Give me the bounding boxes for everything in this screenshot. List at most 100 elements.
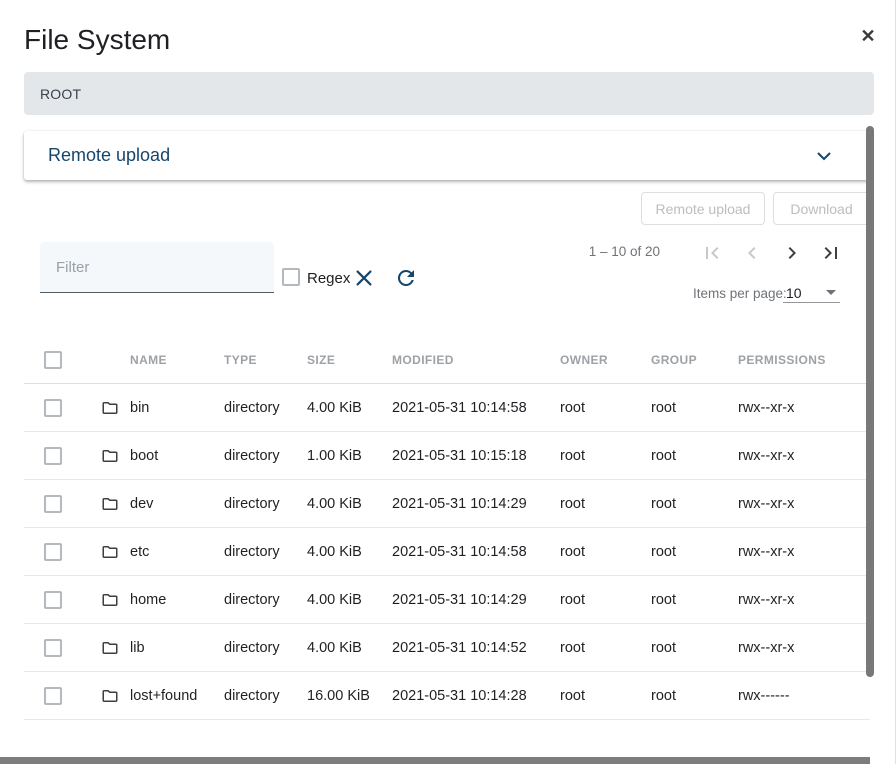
folder-icon — [101, 495, 119, 513]
file-size: 4.00 KiB — [307, 544, 362, 560]
download-button[interactable]: Download — [773, 192, 870, 225]
row-checkbox[interactable] — [44, 543, 62, 561]
row-checkbox[interactable] — [44, 495, 62, 513]
folder-icon — [101, 591, 119, 609]
folder-icon — [101, 447, 119, 465]
folder-icon — [101, 399, 119, 417]
regex-label: Regex — [307, 270, 350, 287]
file-size: 16.00 KiB — [307, 688, 370, 704]
file-type: directory — [224, 640, 280, 656]
chevron-down-icon — [812, 144, 836, 168]
last-page-icon[interactable] — [819, 240, 845, 266]
column-header-name: NAME — [130, 353, 167, 367]
table-row[interactable]: bin directory 4.00 KiB 2021-05-31 10:14:… — [24, 384, 870, 432]
file-type: directory — [224, 592, 280, 608]
file-modified: 2021-05-31 10:14:58 — [392, 400, 527, 416]
file-type: directory — [224, 496, 280, 512]
table-row[interactable]: etc directory 4.00 KiB 2021-05-31 10:14:… — [24, 528, 870, 576]
clear-filter-icon[interactable] — [353, 266, 377, 290]
dropdown-arrow-icon — [826, 290, 836, 295]
file-modified: 2021-05-31 10:14:28 — [392, 688, 527, 704]
file-owner: root — [560, 400, 585, 416]
column-header-permissions: PERMISSIONS — [738, 353, 826, 367]
horizontal-scrollbar[interactable] — [0, 757, 870, 764]
table-header-row: NAME TYPE SIZE MODIFIED OWNER GROUP PERM… — [24, 337, 870, 384]
items-per-page-select[interactable]: 10 — [783, 283, 840, 303]
first-page-icon[interactable] — [700, 240, 726, 266]
row-checkbox[interactable] — [44, 591, 62, 609]
file-owner: root — [560, 688, 585, 704]
items-per-page-label: Items per page: — [693, 286, 787, 301]
file-group: root — [651, 496, 676, 512]
refresh-icon[interactable] — [394, 265, 419, 290]
column-header-group: GROUP — [651, 353, 697, 367]
file-modified: 2021-05-31 10:14:29 — [392, 496, 527, 512]
items-per-page-value: 10 — [786, 285, 802, 301]
file-permissions: rwx--xr-x — [738, 448, 794, 464]
column-header-modified: MODIFIED — [392, 353, 454, 367]
table-row[interactable]: lib directory 4.00 KiB 2021-05-31 10:14:… — [24, 624, 870, 672]
file-owner: root — [560, 640, 585, 656]
breadcrumb-root-label: ROOT — [40, 86, 81, 102]
file-name: dev — [130, 496, 153, 512]
breadcrumb[interactable]: ROOT — [24, 72, 874, 115]
row-checkbox[interactable] — [44, 447, 62, 465]
row-checkbox[interactable] — [44, 687, 62, 705]
file-size: 4.00 KiB — [307, 592, 362, 608]
file-size: 4.00 KiB — [307, 496, 362, 512]
file-type: directory — [224, 688, 280, 704]
table-row[interactable]: dev directory 4.00 KiB 2021-05-31 10:14:… — [24, 480, 870, 528]
remote-upload-panel-label: Remote upload — [48, 145, 812, 166]
file-group: root — [651, 688, 676, 704]
file-owner: root — [560, 592, 585, 608]
column-header-type: TYPE — [224, 353, 257, 367]
file-type: directory — [224, 400, 280, 416]
file-modified: 2021-05-31 10:14:29 — [392, 592, 527, 608]
paginator-range-label: 1 – 10 of 20 — [560, 244, 660, 259]
file-permissions: rwx--xr-x — [738, 496, 794, 512]
table-row[interactable]: boot directory 1.00 KiB 2021-05-31 10:15… — [24, 432, 870, 480]
folder-icon — [101, 639, 119, 657]
vertical-scrollbar[interactable] — [866, 126, 874, 677]
remote-upload-button[interactable]: Remote upload — [641, 192, 765, 225]
file-name: lost+found — [130, 688, 197, 704]
file-table: NAME TYPE SIZE MODIFIED OWNER GROUP PERM… — [24, 337, 870, 720]
file-name: lib — [130, 640, 145, 656]
table-body: bin directory 4.00 KiB 2021-05-31 10:14:… — [24, 384, 870, 720]
table-row[interactable]: lost+found directory 16.00 KiB 2021-05-3… — [24, 672, 870, 720]
file-size: 1.00 KiB — [307, 448, 362, 464]
file-type: directory — [224, 448, 280, 464]
file-permissions: rwx--xr-x — [738, 640, 794, 656]
filter-input[interactable] — [40, 242, 274, 292]
file-size: 4.00 KiB — [307, 400, 362, 416]
file-name: home — [130, 592, 166, 608]
file-name: boot — [130, 448, 158, 464]
previous-page-icon[interactable] — [740, 240, 766, 266]
file-name: etc — [130, 544, 149, 560]
file-group: root — [651, 592, 676, 608]
file-group: root — [651, 544, 676, 560]
file-permissions: rwx--xr-x — [738, 544, 794, 560]
column-header-size: SIZE — [307, 353, 335, 367]
file-type: directory — [224, 544, 280, 560]
row-checkbox[interactable] — [44, 399, 62, 417]
filter-field — [40, 242, 274, 293]
file-group: root — [651, 400, 676, 416]
table-row[interactable]: home directory 4.00 KiB 2021-05-31 10:14… — [24, 576, 870, 624]
folder-icon — [101, 543, 119, 561]
regex-checkbox[interactable] — [282, 268, 300, 286]
file-modified: 2021-05-31 10:14:58 — [392, 544, 527, 560]
file-group: root — [651, 448, 676, 464]
file-modified: 2021-05-31 10:15:18 — [392, 448, 527, 464]
file-permissions: rwx--xr-x — [738, 592, 794, 608]
row-checkbox[interactable] — [44, 639, 62, 657]
next-page-icon[interactable] — [780, 240, 806, 266]
remote-upload-panel[interactable]: Remote upload — [24, 131, 870, 180]
file-group: root — [651, 640, 676, 656]
file-size: 4.00 KiB — [307, 640, 362, 656]
file-modified: 2021-05-31 10:14:52 — [392, 640, 527, 656]
file-permissions: rwx--xr-x — [738, 400, 794, 416]
page-title: File System — [24, 24, 170, 56]
select-all-checkbox[interactable] — [44, 351, 62, 369]
close-icon[interactable]: ✕ — [856, 24, 880, 48]
